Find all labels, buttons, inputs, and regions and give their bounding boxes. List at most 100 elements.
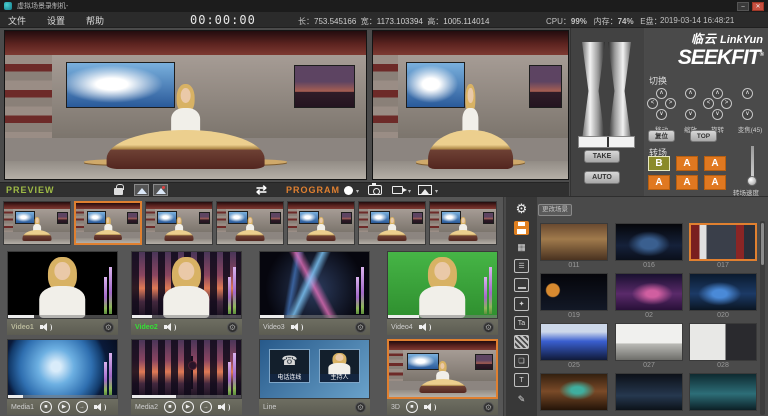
picture-caret-icon[interactable]: ▾ (435, 188, 438, 195)
stop-button[interactable]: ■ (406, 401, 418, 413)
playlist-icon[interactable]: ☰ (514, 259, 529, 273)
play-button[interactable]: ▶ (182, 401, 194, 413)
transition-a-button[interactable]: A (676, 156, 698, 171)
move-down-button[interactable]: ∨ (656, 109, 667, 120)
rotate-right-button[interactable]: > (721, 98, 732, 109)
lock-icon[interactable] (114, 188, 123, 195)
snapshot-b-icon[interactable] (153, 184, 168, 196)
close-button[interactable]: ✕ (752, 2, 764, 11)
move-right-button[interactable]: > (665, 98, 676, 109)
settings-gear-icon[interactable]: ⚙ (514, 202, 529, 216)
change-scene-button[interactable]: 更改场景 (538, 204, 572, 216)
record-caret-icon[interactable]: ▾ (356, 188, 359, 195)
gear-icon[interactable] (483, 402, 494, 413)
transition-a-button[interactable]: A (648, 175, 670, 190)
stop-button[interactable]: ■ (40, 401, 52, 413)
zoom-out-button[interactable]: ∨ (742, 109, 753, 120)
video2-thumb[interactable] (131, 251, 242, 319)
progress-bar[interactable] (260, 315, 369, 318)
camera-angle-thumb[interactable] (429, 201, 497, 245)
chroma-key-icon[interactable] (514, 335, 529, 349)
scene-thumb[interactable] (689, 273, 757, 311)
camera-angle-thumb-selected[interactable] (74, 201, 142, 245)
speaker-icon[interactable] (291, 323, 303, 332)
scene-thumb[interactable] (540, 223, 608, 261)
scene-thumb[interactable] (540, 273, 608, 311)
progress-bar[interactable] (132, 395, 241, 398)
speaker-icon[interactable] (424, 403, 436, 412)
top-button[interactable]: TOP (690, 130, 717, 142)
stop-button[interactable]: ■ (164, 401, 176, 413)
snapshot-a-icon[interactable] (134, 184, 149, 196)
scene-thumb[interactable] (540, 323, 608, 361)
menu-settings[interactable]: 设置 (47, 14, 65, 27)
camera-angle-thumb[interactable] (145, 201, 213, 245)
transition-a-button[interactable]: A (704, 156, 726, 171)
camera-angle-thumb[interactable] (287, 201, 355, 245)
video3-thumb[interactable] (259, 251, 370, 319)
scene-thumb[interactable] (540, 373, 608, 411)
transition-speed-knob[interactable] (747, 176, 757, 186)
scale-down-button[interactable]: ∨ (685, 109, 696, 120)
move-left-button[interactable]: < (647, 98, 658, 109)
save-scene-icon[interactable] (514, 221, 529, 235)
video4-thumb[interactable] (387, 251, 498, 319)
progress-bar[interactable] (388, 315, 497, 318)
monitor-icon[interactable] (514, 278, 529, 292)
host-box[interactable]: 主持人 (319, 349, 360, 383)
tbar-fader-handle[interactable] (608, 42, 631, 140)
scene-thumb-selected[interactable] (689, 223, 757, 261)
camera-angle-thumb[interactable] (3, 201, 71, 245)
speaker-icon[interactable] (419, 323, 431, 332)
scene-thumb[interactable] (615, 373, 683, 411)
record-icon[interactable] (344, 186, 353, 195)
gear-icon[interactable] (355, 322, 366, 333)
speaker-icon[interactable] (164, 323, 176, 332)
video1-thumb[interactable] (7, 251, 118, 319)
auto-button[interactable]: AUTO (584, 171, 620, 184)
rotate-down-button[interactable]: ∨ (712, 109, 723, 120)
scene-thumb[interactable] (615, 273, 683, 311)
subtitle-icon[interactable]: T (514, 373, 529, 387)
scene-thumb[interactable] (689, 323, 757, 361)
phone-call-box[interactable]: ☎ 电话连线 (269, 349, 310, 383)
screenshot-camera-icon[interactable] (368, 185, 382, 195)
speaker-icon[interactable] (94, 403, 106, 412)
gear-icon[interactable] (483, 322, 494, 333)
scene-scrollbar[interactable] (760, 221, 765, 415)
lighting-icon[interactable]: ✦ (514, 297, 529, 311)
transition-a-button[interactable]: A (704, 175, 726, 190)
scene-thumb[interactable] (615, 323, 683, 361)
zoom-in-button[interactable]: ∧ (742, 88, 753, 99)
progress-bar[interactable] (132, 315, 241, 318)
loop-button[interactable]: → (76, 401, 88, 413)
tbar-fader-handle[interactable] (582, 42, 605, 140)
picture-output-icon[interactable] (418, 185, 432, 195)
play-button[interactable]: ▶ (58, 401, 70, 413)
transition-a-button[interactable]: A (676, 175, 698, 190)
transition-b-button[interactable]: B (648, 156, 670, 171)
scene-thumb[interactable] (689, 373, 757, 411)
take-button[interactable]: TAKE (584, 150, 620, 163)
loop-button[interactable]: → (200, 401, 212, 413)
menu-file[interactable]: 文件 (8, 14, 26, 27)
reset-button[interactable]: 复位 (648, 130, 675, 142)
speaker-icon[interactable] (40, 323, 52, 332)
window-capture-icon[interactable]: ❏ (514, 354, 529, 368)
stream-caret-icon[interactable]: ▾ (408, 188, 411, 195)
camera-angle-thumb[interactable] (358, 201, 426, 245)
minimize-button[interactable]: – (737, 2, 749, 11)
annotate-icon[interactable]: ✎ (514, 392, 529, 406)
menu-help[interactable]: 帮助 (86, 14, 104, 27)
move-up-button[interactable]: ∧ (656, 88, 667, 99)
scrollbar-thumb[interactable] (761, 223, 764, 265)
speaker-icon[interactable] (218, 403, 230, 412)
camera-angle-thumb[interactable] (216, 201, 284, 245)
scale-up-button[interactable]: ∧ (685, 88, 696, 99)
rotate-left-button[interactable]: < (703, 98, 714, 109)
progress-bar[interactable] (8, 395, 117, 398)
gear-icon[interactable] (227, 322, 238, 333)
scene-thumb[interactable] (615, 223, 683, 261)
rotate-up-button[interactable]: ∧ (712, 88, 723, 99)
media1-thumb[interactable] (7, 339, 118, 399)
